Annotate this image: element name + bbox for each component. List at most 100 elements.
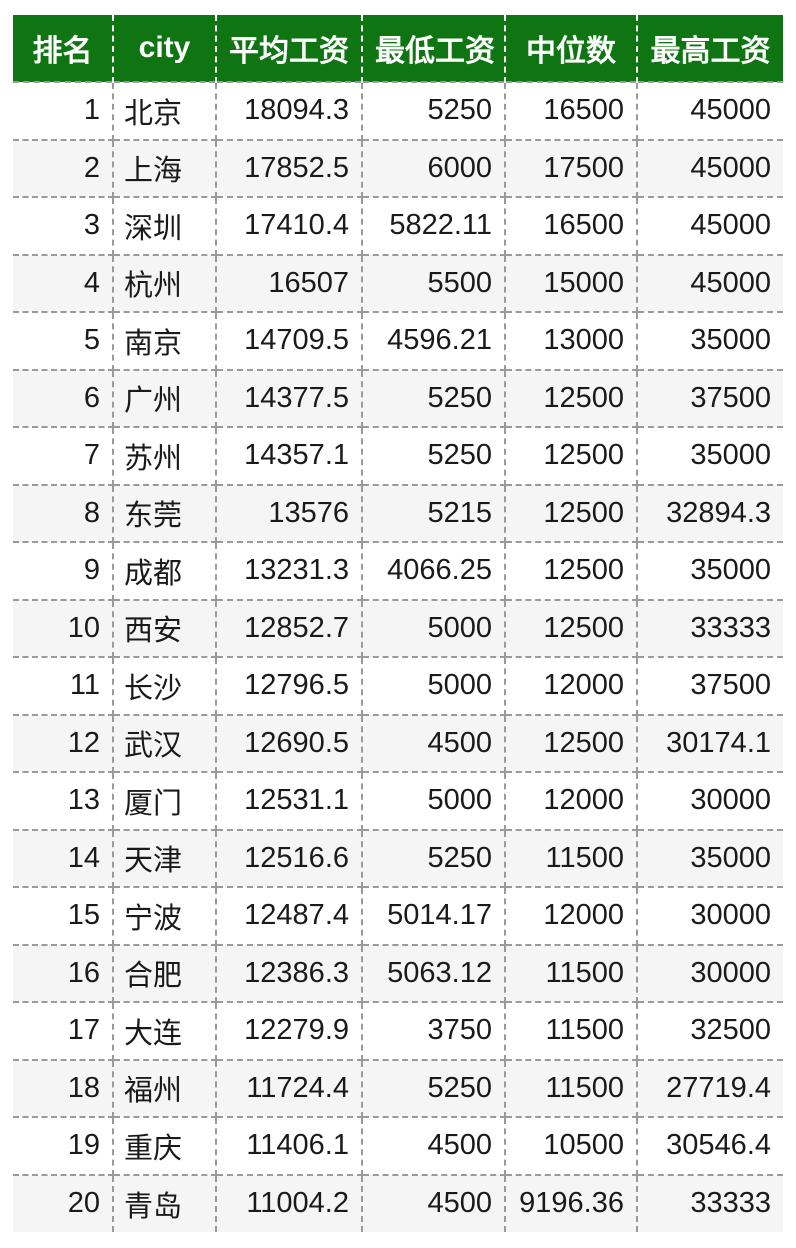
cell-city: 西安 — [113, 599, 217, 658]
column-header-avg[interactable]: 平均工资 — [216, 15, 363, 82]
cell-city: 武汉 — [113, 714, 217, 773]
cell-min: 5250 — [362, 829, 506, 888]
cell-max: 45000 — [637, 82, 783, 141]
cell-median: 12000 — [505, 887, 638, 946]
cell-max: 32500 — [637, 1002, 783, 1061]
cell-city: 深圳 — [113, 197, 217, 256]
cell-avg: 12516.6 — [216, 829, 363, 888]
table-row: 8 东莞 13576 5215 12500 32894.3 — [13, 484, 783, 543]
column-header-rank[interactable]: 排名 — [13, 15, 114, 82]
column-header-max[interactable]: 最高工资 — [637, 15, 783, 82]
cell-max: 30000 — [637, 887, 783, 946]
cell-city: 广州 — [113, 369, 217, 428]
cell-median: 17500 — [505, 139, 638, 198]
cell-rank: 8 — [13, 484, 114, 543]
cell-rank: 18 — [13, 1059, 114, 1118]
cell-avg: 11724.4 — [216, 1059, 363, 1118]
table-row: 15 宁波 12487.4 5014.17 12000 30000 — [13, 887, 783, 946]
cell-city: 成都 — [113, 542, 217, 601]
cell-rank: 2 — [13, 139, 114, 198]
cell-city: 上海 — [113, 139, 217, 198]
cell-median: 13000 — [505, 312, 638, 371]
cell-min: 5215 — [362, 484, 506, 543]
cell-min: 4066.25 — [362, 542, 506, 601]
table-row: 12 武汉 12690.5 4500 12500 30174.1 — [13, 714, 783, 773]
cell-median: 16500 — [505, 82, 638, 141]
cell-max: 30000 — [637, 944, 783, 1003]
cell-max: 30546.4 — [637, 1117, 783, 1176]
cell-min: 5000 — [362, 599, 506, 658]
cell-avg: 12531.1 — [216, 772, 363, 831]
cell-rank: 7 — [13, 427, 114, 486]
cell-min: 5250 — [362, 369, 506, 428]
column-header-median[interactable]: 中位数 — [505, 15, 638, 82]
cell-max: 45000 — [637, 197, 783, 256]
table-row: 11 长沙 12796.5 5000 12000 37500 — [13, 657, 783, 716]
cell-city: 东莞 — [113, 484, 217, 543]
cell-avg: 16507 — [216, 254, 363, 313]
cell-max: 45000 — [637, 254, 783, 313]
cell-avg: 11004.2 — [216, 1174, 363, 1232]
cell-rank: 3 — [13, 197, 114, 256]
cell-min: 6000 — [362, 139, 506, 198]
cell-avg: 17410.4 — [216, 197, 363, 256]
cell-city: 宁波 — [113, 887, 217, 946]
cell-max: 35000 — [637, 427, 783, 486]
cell-rank: 10 — [13, 599, 114, 658]
cell-avg: 14377.5 — [216, 369, 363, 428]
cell-rank: 19 — [13, 1117, 114, 1176]
cell-max: 32894.3 — [637, 484, 783, 543]
cell-city: 厦门 — [113, 772, 217, 831]
cell-min: 5063.12 — [362, 944, 506, 1003]
cell-max: 30000 — [637, 772, 783, 831]
column-header-min[interactable]: 最低工资 — [362, 15, 506, 82]
cell-rank: 5 — [13, 312, 114, 371]
cell-min: 5000 — [362, 657, 506, 716]
table-row: 17 大连 12279.9 3750 11500 32500 — [13, 1002, 783, 1061]
cell-median: 11500 — [505, 1059, 638, 1118]
cell-rank: 9 — [13, 542, 114, 601]
cell-city: 苏州 — [113, 427, 217, 486]
table-header: 排名 city 平均工资 最低工资 中位数 最高工资 — [13, 15, 783, 82]
cell-city: 南京 — [113, 312, 217, 371]
cell-avg: 12279.9 — [216, 1002, 363, 1061]
cell-avg: 18094.3 — [216, 82, 363, 141]
cell-avg: 12386.3 — [216, 944, 363, 1003]
cell-median: 12500 — [505, 542, 638, 601]
cell-max: 35000 — [637, 829, 783, 888]
cell-rank: 20 — [13, 1174, 114, 1232]
cell-avg: 13576 — [216, 484, 363, 543]
cell-city: 重庆 — [113, 1117, 217, 1176]
cell-avg: 12487.4 — [216, 887, 363, 946]
cell-max: 45000 — [637, 139, 783, 198]
cell-max: 37500 — [637, 369, 783, 428]
cell-min: 5250 — [362, 427, 506, 486]
cell-rank: 1 — [13, 82, 114, 141]
cell-city: 杭州 — [113, 254, 217, 313]
cell-avg: 12796.5 — [216, 657, 363, 716]
cell-min: 4500 — [362, 714, 506, 773]
table-row: 19 重庆 11406.1 4500 10500 30546.4 — [13, 1117, 783, 1176]
column-header-city[interactable]: city — [113, 15, 217, 82]
cell-min: 4596.21 — [362, 312, 506, 371]
city-salary-table: 排名 city 平均工资 最低工资 中位数 最高工资 1 北京 18094.3 5250 1650… — [13, 15, 783, 1232]
cell-avg: 14709.5 — [216, 312, 363, 371]
cell-min: 5000 — [362, 772, 506, 831]
table-row: 3 深圳 17410.4 5822.11 16500 45000 — [13, 197, 783, 256]
table-header-row: 排名 city 平均工资 最低工资 中位数 最高工资 — [13, 15, 783, 82]
cell-max: 27719.4 — [637, 1059, 783, 1118]
table-row: 14 天津 12516.6 5250 11500 35000 — [13, 829, 783, 888]
table-row: 13 厦门 12531.1 5000 12000 30000 — [13, 772, 783, 831]
cell-min: 5250 — [362, 82, 506, 141]
cell-city: 福州 — [113, 1059, 217, 1118]
cell-median: 12000 — [505, 772, 638, 831]
cell-median: 9196.36 — [505, 1174, 638, 1232]
table-row: 10 西安 12852.7 5000 12500 33333 — [13, 599, 783, 658]
cell-max: 35000 — [637, 312, 783, 371]
cell-min: 5500 — [362, 254, 506, 313]
cell-max: 37500 — [637, 657, 783, 716]
cell-rank: 6 — [13, 369, 114, 428]
cell-min: 5250 — [362, 1059, 506, 1118]
cell-median: 15000 — [505, 254, 638, 313]
table-row: 7 苏州 14357.1 5250 12500 35000 — [13, 427, 783, 486]
